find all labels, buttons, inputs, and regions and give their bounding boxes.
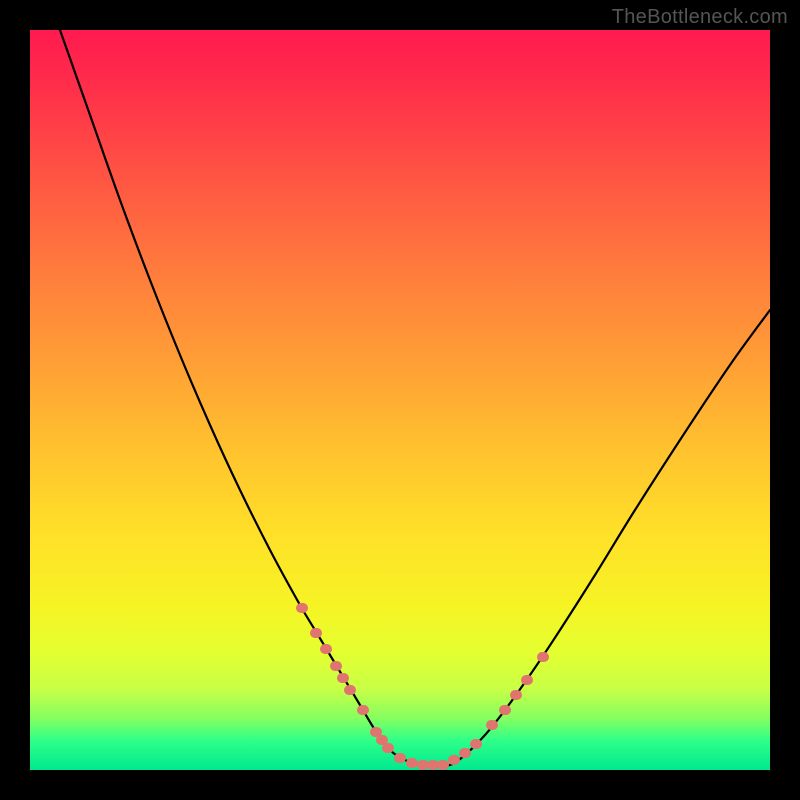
curve-marker <box>499 705 511 715</box>
curve-marker <box>394 753 406 763</box>
curve-markers <box>296 603 549 770</box>
curve-marker <box>470 739 482 749</box>
bottleneck-curve <box>60 30 770 766</box>
curve-marker <box>357 705 369 715</box>
curve-marker <box>537 652 549 662</box>
curve-marker <box>296 603 308 613</box>
curve-marker <box>337 673 349 683</box>
curve-marker <box>486 720 498 730</box>
curve-marker <box>510 690 522 700</box>
curve-marker <box>406 758 418 768</box>
curve-marker <box>344 685 356 695</box>
chart-frame: TheBottleneck.com <box>0 0 800 800</box>
watermark-text: TheBottleneck.com <box>612 6 788 29</box>
curve-marker <box>437 760 449 770</box>
curve-marker <box>448 755 460 765</box>
plot-area <box>30 30 770 770</box>
curve-marker <box>310 628 322 638</box>
curve-marker <box>320 644 332 654</box>
curve-marker <box>330 661 342 671</box>
curve-svg <box>30 30 770 770</box>
curve-marker <box>459 748 471 758</box>
curve-marker <box>382 743 394 753</box>
curve-marker <box>521 675 533 685</box>
